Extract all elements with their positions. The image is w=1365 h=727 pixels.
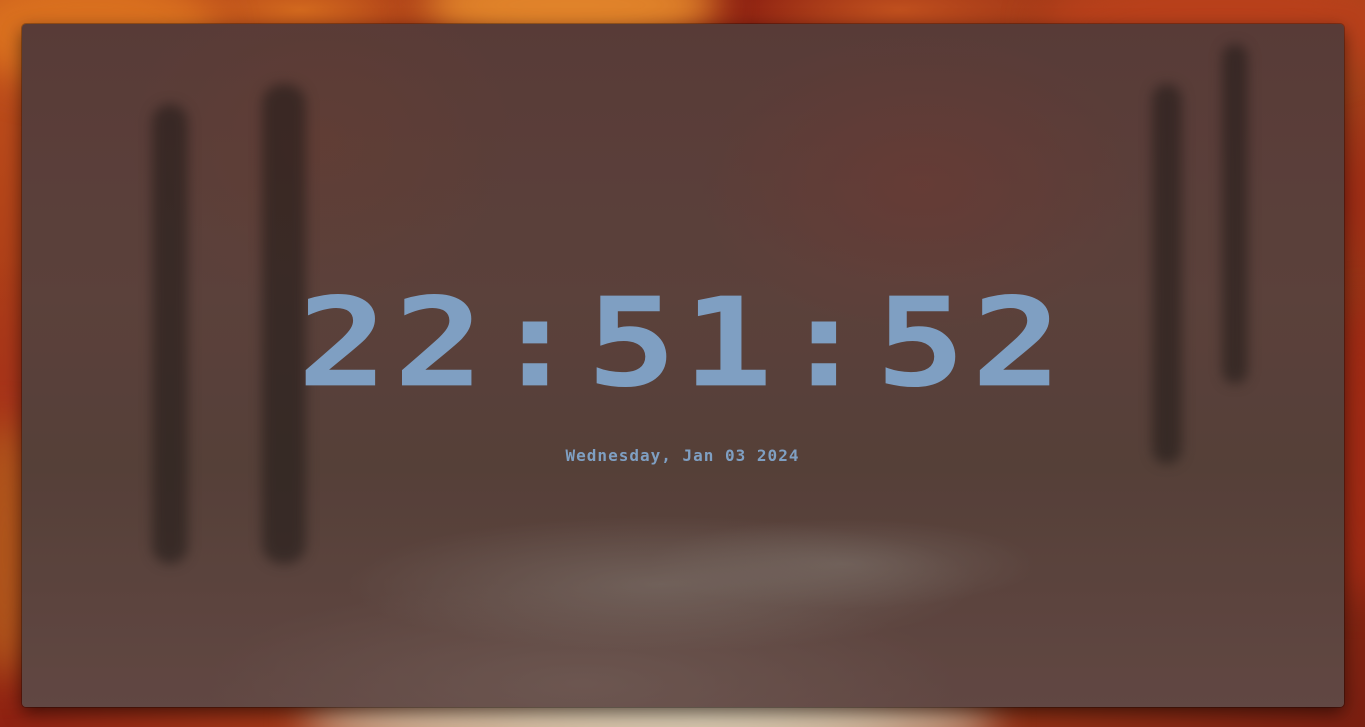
clock-date: Wednesday, Jan 03 2024: [565, 446, 800, 465]
clock-display: 22:51:52: [0, 282, 1365, 432]
clock-time: 22:51:52: [297, 272, 1068, 415]
